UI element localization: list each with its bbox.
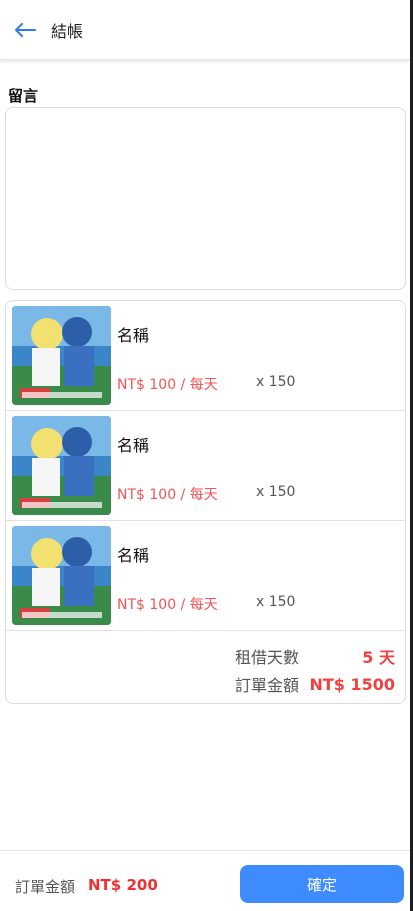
item-price: NT$ 100 / 每天 [117, 597, 218, 613]
product-image [12, 526, 111, 625]
item-name: 名稱 [117, 436, 150, 455]
order-item[interactable]: 名稱 NT$ 100 / 每天 x 150 [6, 521, 405, 631]
item-price: NT$ 100 / 每天 [117, 487, 218, 503]
order-item[interactable]: 名稱 NT$ 100 / 每天 x 150 [6, 301, 405, 411]
back-button[interactable] [13, 18, 37, 42]
arrow-left-icon [15, 22, 36, 37]
order-item[interactable]: 名稱 NT$ 100 / 每天 x 150 [6, 411, 405, 521]
page-title: 結帳 [51, 21, 84, 41]
message-textarea[interactable] [5, 107, 406, 290]
footer-amount-value: NT$ 200 [88, 876, 158, 894]
item-quantity: x 150 [256, 374, 296, 390]
rental-days-value: 5 天 [362, 648, 395, 667]
item-quantity: x 150 [256, 484, 296, 500]
message-label: 留言 [8, 87, 39, 105]
rental-days-row: 租借天數 5 天 [235, 644, 395, 668]
product-image [12, 416, 111, 515]
app-header: 結帳 [0, 0, 410, 60]
order-total-label: 訂單金額 [234, 676, 299, 695]
order-total-value: NT$ 1500 [309, 674, 395, 694]
order-total-row: 訂單金額 NT$ 1500 [235, 672, 395, 696]
product-image [12, 306, 111, 405]
item-name: 名稱 [117, 546, 150, 565]
confirm-button[interactable]: 確定 [240, 865, 404, 903]
item-quantity: x 150 [256, 594, 296, 610]
item-price: NT$ 100 / 每天 [117, 377, 218, 393]
footer-amount-label: 訂單金額 [15, 878, 76, 896]
checkout-page: 結帳 留言 名稱 NT$ 100 / 每天 x 150 名稱 NT$ 100 /… [0, 0, 410, 911]
order-card: 名稱 NT$ 100 / 每天 x 150 名稱 NT$ 100 / 每天 x … [5, 300, 406, 704]
rental-days-label: 租借天數 [234, 648, 299, 667]
checkout-footer: 訂單金額 NT$ 200 確定 [0, 850, 410, 911]
item-name: 名稱 [117, 326, 150, 345]
